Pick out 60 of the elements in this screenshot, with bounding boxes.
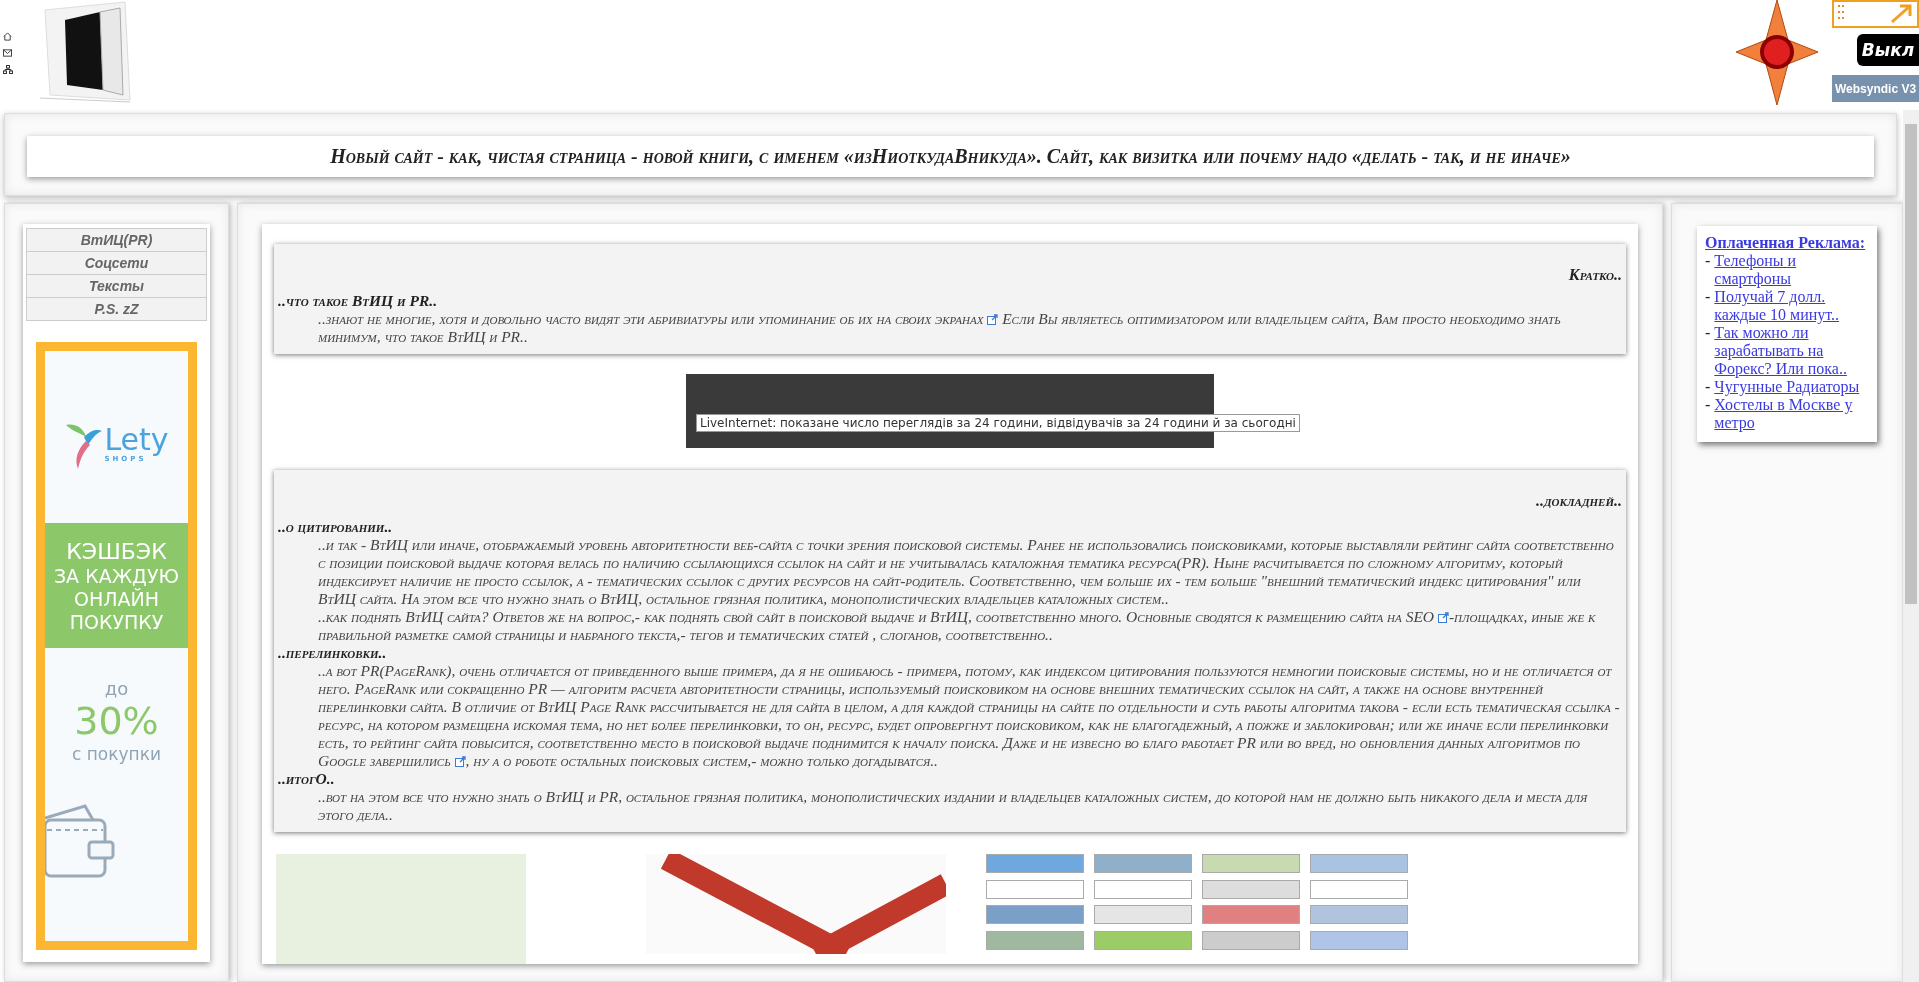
ad-link[interactable]: Хостелы в Москве у метро: [1714, 396, 1869, 432]
ribbon-text: ЗА КАЖДУЮ: [53, 565, 180, 588]
ad-link[interactable]: Телефоны и смартфоны: [1714, 252, 1869, 288]
counter-badge-image[interactable]: [986, 930, 1084, 950]
sidebar-menu-item[interactable]: Соцсети: [26, 251, 207, 275]
external-link-icon[interactable]: [454, 756, 466, 767]
list-dash: -: [1705, 378, 1711, 396]
counter-badge-image[interactable]: [1202, 879, 1300, 899]
banner-text: с покупки: [72, 744, 161, 765]
ads-heading-link[interactable]: Оплаченная Реклама:: [1705, 234, 1869, 252]
external-link-icon[interactable]: [987, 314, 999, 325]
paragraph-text: ..знают не многие, хотя и довольно часто видят эти абривиатуры или упоминание об их на своих экранах Если Вы являетесь оптимизатором или владельцем сайта, Вам просто необходимо знать минимум, что такое ВтИЦ и PR..: [318, 310, 1562, 346]
counter-badge-image[interactable]: [1310, 930, 1408, 950]
ribbon-text: КЭШБЭК: [66, 539, 167, 566]
counter-badge-image[interactable]: [1094, 930, 1192, 950]
section-title: ..о цитировании..: [278, 518, 394, 536]
list-dash: -: [1705, 288, 1711, 307]
mail-icon[interactable]: [3, 49, 12, 57]
ribbon-text: ПОКУПКУ: [69, 611, 164, 634]
ribbon-text: ОНЛАЙН: [74, 588, 159, 611]
percent-text: 30%: [74, 698, 159, 745]
sitemap-icon[interactable]: [3, 65, 13, 74]
ad-link[interactable]: Так можно ли зарабатывать на Форекс? Или пока..: [1714, 324, 1869, 378]
counter-badge-image[interactable]: [1310, 854, 1408, 873]
section-title: ..итогО..: [278, 770, 336, 788]
counter-badge-image[interactable]: [1094, 879, 1192, 899]
sidebar-menu-item[interactable]: Тексты: [26, 274, 207, 298]
list-dash: -: [1705, 324, 1711, 343]
article-heading: Кратко..: [1567, 266, 1622, 284]
sidebar-menu-item[interactable]: ВтИЦ(PR): [26, 228, 207, 252]
page-title: Новый сайт - как, чистая страница - новой книги, с именем «изНиоткудаВникуда». Сайт, как визитка или почему надо «делать - так, и не иначе»: [27, 136, 1874, 177]
ad-link[interactable]: Чугунные Радиаторы: [1714, 378, 1860, 396]
counter-badge-image[interactable]: [1310, 905, 1408, 924]
paragraph-text: ..и так - ВтИЦ или иначе, отображаемый уровень авторитетности веб-сайта с точки зрения поисковой системы. Ранее не использовались поисковиками, которые выставляли рейтинг сайта соответственно с позиции поисковой выдаче которая велась по наличию ссылающихся ссылок на сайт и не учитывалась каталожная тематика ресурса(PR). Ныне расчитывается по сложному алгоритму, который индексирует наличие не просто ссылок, а - тематических ссылок с других ресурсов на сайт-родитель. Соответственно, чем больше их - тем больше "внешний тематический индекс цитирования" или ВтИЦ сайта. На этом все что нужно знать о ВтИЦ, остальное грязная политика, монополистических владельцев каталожных систем..: [318, 536, 1615, 608]
counter-badge-image[interactable]: [986, 905, 1084, 924]
paragraph-text: ..а вот PR(PageRank), очень отличается от приведенного выше примера, да я не ошибаюсь - примера, потому, как индексом цитирования пользуются немногии поисковые системы, но и не отличается от него. PageRank или сокращенно PR — алгоритм расчета авторитетности страницы, используемый поисковиком на основе внешних тематических ссылок на сайт, а также на основе внутренней перелинковки сайта. В отличие от ВтИЦ Page Rank рассчитывается не для сайта в целом, а для каждой страницы на сайте по отдельности и суть работы алгоритма такова - если есть тематическая ссылка - ресурс, на котором размещена искомая тема, но нет более перелинковки, то он, ресурс, будет опровергнут поисковиком, как не благогадежный, а пожже и заблокирован; или же иначе если перелинковки есть, то рейтинг сайта повысится, соответственно место в поисковой выдаче поднимится к началу поиска. Даже и не извесно во благо работает PR или во вред, но обновления данных алгоритмов по Google завершились , ну а о роботе остальных поисковых систем,- можно только догадыватся..: [318, 662, 1621, 770]
counter-badge-image[interactable]: [1202, 905, 1300, 924]
counter-badge-image[interactable]: [1094, 905, 1192, 924]
scrollbar-thumb[interactable]: [1905, 124, 1917, 604]
counter-badge-image[interactable]: [1202, 854, 1300, 873]
paragraph-text: ..вот на этом все что нужно знать о ВтИЦ и PR, остальное грязная политика, монополистических издании и владельцев каталожных систем, до которой нам не должно быть никакого дела и места для этого дела..: [318, 788, 1589, 824]
counter-badge-image[interactable]: [1310, 879, 1408, 899]
off-toggle-button[interactable]: Выкл: [1857, 34, 1919, 66]
banner-text: до: [104, 677, 129, 699]
section-title: ..перелинковки..: [278, 644, 388, 662]
ad-link[interactable]: Получай 7 долл. каждые 10 минут..: [1714, 288, 1869, 324]
tooltip: LiveInternet: показане число переглядів за 24 години, відвідувачів за 24 години й за сьогодні: [696, 414, 1300, 432]
external-link-icon[interactable]: [1437, 612, 1449, 623]
counter-badge-image[interactable]: [986, 879, 1084, 899]
list-dash: -: [1705, 396, 1711, 415]
list-dash: -: [1705, 252, 1711, 271]
compass-star-icon[interactable]: [1736, 0, 1818, 105]
article-heading: ..докладней..: [1535, 492, 1622, 510]
counter-icon[interactable]: [1832, 0, 1919, 28]
brand-name: Lety: [104, 425, 169, 455]
home-icon[interactable]: [3, 32, 12, 41]
paragraph-text: ..как поднять ВтИЦ сайта? Ответов же на вопрос,- как поднять свой сайт в поисковой выдаче и ВтИЦ, соответственно много. Основные сводятся к размещению сайта на SEO -площадках, иные же к правильной разметке самой страницы и набраного текста,- тегов и тематических статей , слоганов, соответственно..: [318, 608, 1597, 644]
section-title: ..что такое ВтИЦ и PR..: [278, 292, 438, 310]
counter-badge-image[interactable]: [1202, 930, 1300, 950]
sidebar-menu-item[interactable]: P.S. zZ: [26, 297, 207, 321]
